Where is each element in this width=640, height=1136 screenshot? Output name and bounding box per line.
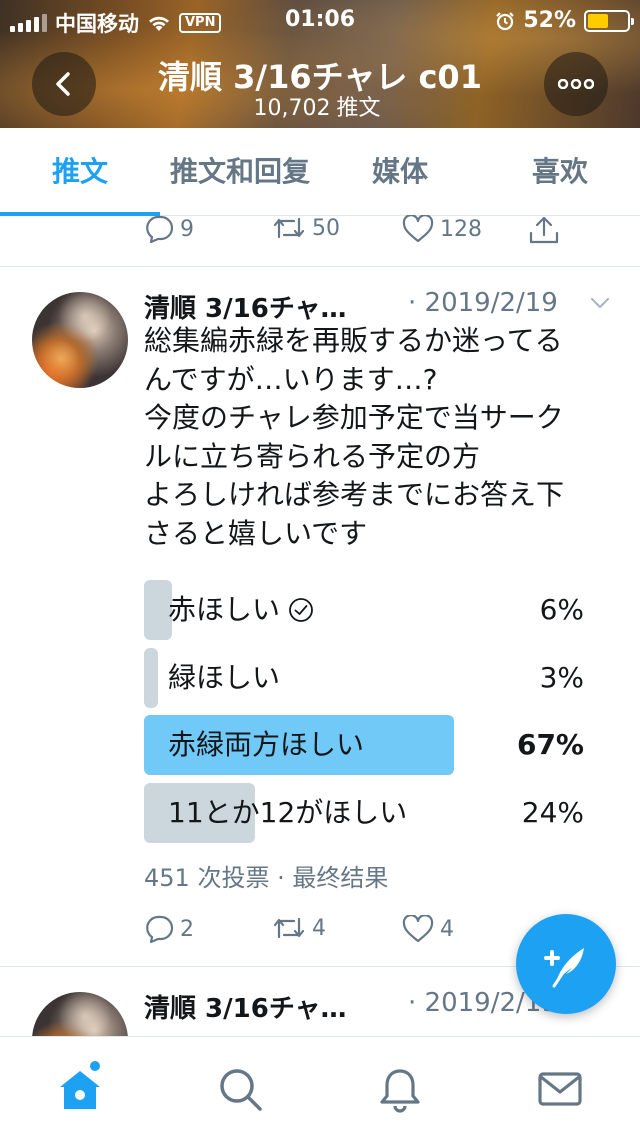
status-bar: 中国移动 VPN 01:06 52%: [0, 0, 640, 40]
retweet-icon: [273, 917, 305, 939]
retweet-count: 4: [312, 915, 326, 941]
poll-option-label-wrap: 緑ほしい: [168, 648, 280, 708]
search-icon: [220, 1069, 262, 1111]
tab-likes[interactable]: 喜欢: [480, 128, 640, 215]
poll-option-percent: 24%: [521, 796, 584, 829]
prev-tweet-actions: 9 50 128: [144, 215, 594, 245]
poll-vote-label: 次投票: [197, 864, 270, 892]
reply-icon: [146, 915, 174, 943]
poll-result-label: · 最终结果: [277, 864, 389, 892]
retweet-button[interactable]: 50: [272, 215, 340, 241]
tweet-text: 総集編赤緑を再販するか迷ってる んですが…いります…? 今度のチャレ参加予定で当…: [144, 322, 614, 553]
poll-option-label: 11とか12がほしい: [168, 796, 408, 829]
chevron-down-icon[interactable]: [590, 296, 610, 310]
more-icon: [558, 79, 594, 89]
reply-button[interactable]: 9: [144, 215, 194, 243]
poll-meta: 451 次投票 · 最终结果: [144, 858, 388, 893]
tweet-date[interactable]: · 2019/2/19: [408, 288, 558, 318]
poll-option-label: 赤緑両方ほしい: [168, 728, 365, 761]
nav-home[interactable]: [56, 1059, 104, 1113]
battery-icon: [584, 9, 634, 32]
tweet-text-line: よろしければ参考までにお答え下: [144, 478, 565, 511]
messages-icon: [538, 1072, 582, 1106]
poll-bar: [144, 648, 158, 708]
tab-tweets-and-replies[interactable]: 推文和回复: [160, 128, 320, 215]
poll-option-label: 緑ほしい: [168, 661, 281, 694]
poll-option-winner: 赤緑両方ほしい 67%: [144, 715, 584, 775]
voted-check-icon: [289, 598, 313, 622]
like-count: 4: [440, 916, 454, 942]
poll-vote-count: 451: [144, 864, 190, 892]
compose-tweet-button[interactable]: [516, 914, 616, 1014]
heart-icon: [402, 215, 434, 243]
retweet-count: 50: [312, 215, 340, 241]
tweet-text-line: ルに立ち寄られる予定の方: [144, 439, 481, 473]
tweet-text-line: 総集編赤緑を再販するか迷ってる: [144, 324, 563, 357]
avatar[interactable]: [32, 292, 128, 388]
like-button[interactable]: 4: [402, 915, 454, 943]
poll-option: 11とか12がほしい 24%: [144, 783, 584, 843]
retweet-button[interactable]: 4: [272, 915, 326, 941]
nav-notifications[interactable]: [376, 1065, 424, 1113]
poll-option-label-wrap: 赤ほしい: [168, 580, 314, 640]
reply-count: 2: [180, 916, 194, 942]
home-badge: [88, 1059, 102, 1073]
tweet-count-value: 10,702: [253, 96, 331, 121]
share-button[interactable]: [528, 215, 560, 245]
reply-count: 9: [180, 216, 194, 242]
tweet-text-line: んですが…いります…?: [144, 362, 438, 396]
tweet-count-label: 推文: [336, 96, 381, 121]
poll-option-label: 赤ほしい: [168, 593, 281, 626]
tweet-divider: [0, 266, 640, 267]
battery-fill: [588, 13, 608, 28]
poll-option-percent: 6%: [539, 593, 584, 626]
more-button[interactable]: [544, 52, 608, 116]
compose-feather-icon: [544, 948, 584, 988]
poll-option-label-wrap: 赤緑両方ほしい: [168, 715, 364, 775]
poll-option-label-wrap: 11とか12がほしい: [168, 783, 407, 843]
tweet-text-line: 今度のチャレ参加予定で当サーク: [144, 401, 564, 434]
tweet-text-line: さると嬉しいです: [144, 516, 368, 550]
like-count: 128: [440, 216, 482, 242]
reply-button[interactable]: 2: [144, 915, 194, 943]
poll-option-percent: 3%: [539, 661, 584, 694]
heart-icon: [402, 915, 434, 943]
alarm-icon: [496, 11, 515, 30]
share-icon: [529, 216, 559, 244]
notifications-icon: [380, 1069, 420, 1113]
tweet-author[interactable]: 清順 3/16チャ…: [144, 288, 347, 325]
tweet-count: 10,702 推文: [0, 90, 640, 122]
poll-option-percent: 67%: [516, 728, 584, 761]
nav-messages[interactable]: [536, 1065, 584, 1113]
poll-option: 緑ほしい 3%: [144, 648, 584, 708]
poll-option: 赤ほしい 6%: [144, 580, 584, 640]
battery-percent: 52%: [523, 8, 576, 33]
bottom-nav: [0, 1036, 640, 1136]
profile-tabs: 推文 推文和回复 媒体 喜欢: [0, 128, 640, 216]
profile-header: 中国移动 VPN 01:06 52% 清順 3/16チャレ c01 10,702…: [0, 0, 640, 128]
tab-tweets[interactable]: 推文: [0, 128, 160, 216]
like-button[interactable]: 128: [402, 215, 482, 243]
retweet-icon: [273, 217, 305, 239]
reply-icon: [146, 215, 174, 243]
nav-search[interactable]: [216, 1065, 264, 1113]
tweet-author[interactable]: 清順 3/16チャ…: [144, 988, 347, 1025]
tab-media[interactable]: 媒体: [320, 128, 480, 215]
